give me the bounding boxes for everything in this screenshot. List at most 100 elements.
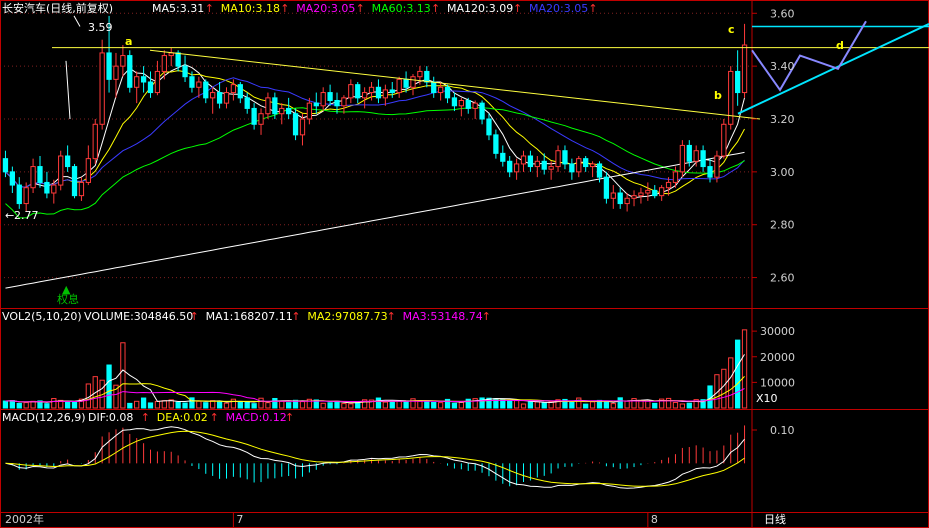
volume-bar-55 xyxy=(382,401,389,409)
candle-body-16 xyxy=(113,65,119,80)
candle-body-70 xyxy=(486,118,492,136)
wave-label-d: d xyxy=(836,39,844,52)
candle-body-42 xyxy=(292,113,299,136)
macd-indicator-legend: DIF:0.08 ↑ DEA:0.02 ↑ MACD:0.12↑ xyxy=(88,411,294,424)
wave-label-a: a xyxy=(125,35,132,48)
volume-bar-1 xyxy=(9,400,16,409)
vol-indicator-2: MA2:97087.73 xyxy=(307,310,387,323)
high-price-label: 3.59 xyxy=(88,21,113,34)
volume-bar-74 xyxy=(513,400,520,409)
candle-body-94 xyxy=(652,189,658,197)
candle-body-78 xyxy=(541,160,547,170)
volume-bar-60 xyxy=(417,400,423,409)
vol-tick-label-2: 10000 xyxy=(760,376,795,389)
volume-bar-76 xyxy=(527,401,534,409)
candle-body-100 xyxy=(693,150,699,162)
candle-body-63 xyxy=(437,86,444,94)
volume-bar-54 xyxy=(375,397,382,409)
volume-bar-36 xyxy=(251,403,257,409)
candle-body-99 xyxy=(686,144,692,162)
volume-bar-84 xyxy=(583,403,589,409)
candle-body-104 xyxy=(721,123,727,157)
price-axis: 3.60 3.40 3.20 3.00 2.80 2.60 xyxy=(752,7,795,285)
support-trendline xyxy=(737,22,929,115)
price-tick-label-3: 3.00 xyxy=(770,166,795,179)
candle-body-17 xyxy=(120,55,126,67)
candle-body-58 xyxy=(403,78,409,88)
candle-body-73 xyxy=(507,160,513,173)
volume-bar-69 xyxy=(479,397,485,409)
macd-axis: 0.10 xyxy=(752,424,795,437)
volume-bar-85 xyxy=(589,401,596,409)
candle-body-98 xyxy=(679,144,686,173)
candle-body-96 xyxy=(665,181,672,189)
candle-body-91 xyxy=(631,195,637,199)
candle-body-18 xyxy=(127,55,133,88)
month-label-2: 8 xyxy=(651,513,658,526)
candle-body-57 xyxy=(396,78,402,94)
macd-histogram xyxy=(5,425,746,489)
candle-body-80 xyxy=(555,150,561,168)
candle-body-74 xyxy=(513,163,520,173)
candle-body-3 xyxy=(23,187,29,205)
candle-body-50 xyxy=(348,84,354,99)
candle-body-32 xyxy=(223,92,230,104)
candle-body-31 xyxy=(216,92,223,104)
volume-bar-73 xyxy=(507,399,513,409)
volume-bar-35 xyxy=(244,401,250,409)
volume-bar-49 xyxy=(341,403,347,409)
candle-body-34 xyxy=(237,84,243,99)
macd-title: MACD(12,26,9) xyxy=(2,411,86,424)
volume-bar-37 xyxy=(258,397,264,409)
candle-body-97 xyxy=(672,171,679,183)
candle-body-72 xyxy=(500,152,506,162)
vol-indicator-0: VOLUME:304846.50 xyxy=(84,310,193,323)
macd-indicator-arrow-icon-0: ↑ xyxy=(141,411,150,424)
main-indicator-legend: MA5:3.31 ↑ MA10:3.18 ↑ MA20:3.05 ↑ MA60:3.13 ↑ M… xyxy=(152,2,598,15)
candle-body-21 xyxy=(147,81,154,94)
volume-bar-59 xyxy=(410,398,416,409)
volume-bar-7 xyxy=(51,398,57,409)
volume-bar-41 xyxy=(286,402,292,409)
volume-bar-19 xyxy=(134,400,140,409)
volume-bar-62 xyxy=(431,401,437,409)
candle-body-59 xyxy=(410,76,416,88)
candle-body-15 xyxy=(106,52,112,80)
volume-bar-34 xyxy=(237,401,243,409)
candle-body-55 xyxy=(382,89,389,99)
candle-body-88 xyxy=(610,192,616,199)
volume-bar-87 xyxy=(603,400,610,409)
candle-body-65 xyxy=(451,97,458,107)
candle-body-26 xyxy=(182,65,188,78)
candle-body-82 xyxy=(569,163,575,173)
volume-bar-48 xyxy=(334,400,340,409)
vol-indicator-arrow-icon-3: ↑ xyxy=(482,310,491,323)
candle-body-45 xyxy=(313,102,319,107)
candle-body-14 xyxy=(99,52,105,125)
volume-bar-97 xyxy=(672,401,679,409)
candle-body-85 xyxy=(589,163,596,168)
volume-bar-23 xyxy=(161,400,167,409)
volume-bar-9 xyxy=(64,401,71,409)
price-tick-label-4: 2.80 xyxy=(770,219,795,232)
candle-body-43 xyxy=(299,118,306,136)
candle-body-84 xyxy=(583,158,589,168)
candle-body-101 xyxy=(700,150,706,168)
volume-bar-104 xyxy=(721,368,727,409)
candle-body-22 xyxy=(154,70,161,94)
candle-body-9 xyxy=(64,155,71,168)
candle-body-47 xyxy=(327,92,333,101)
candle-body-33 xyxy=(230,84,237,94)
date-axis: 2002年7891011 xyxy=(5,512,658,528)
candle-body-23 xyxy=(161,55,167,72)
volume-bar-46 xyxy=(320,402,326,409)
candle-body-40 xyxy=(279,107,285,115)
volume-bar-56 xyxy=(389,400,395,409)
volume-bar-47 xyxy=(327,402,333,409)
candle-body-6 xyxy=(44,181,50,194)
candle-body-30 xyxy=(210,92,216,99)
volume-bar-83 xyxy=(576,397,582,409)
volume-bar-107 xyxy=(741,329,748,409)
volume-bar-29 xyxy=(203,402,209,409)
candle-body-87 xyxy=(603,176,610,199)
